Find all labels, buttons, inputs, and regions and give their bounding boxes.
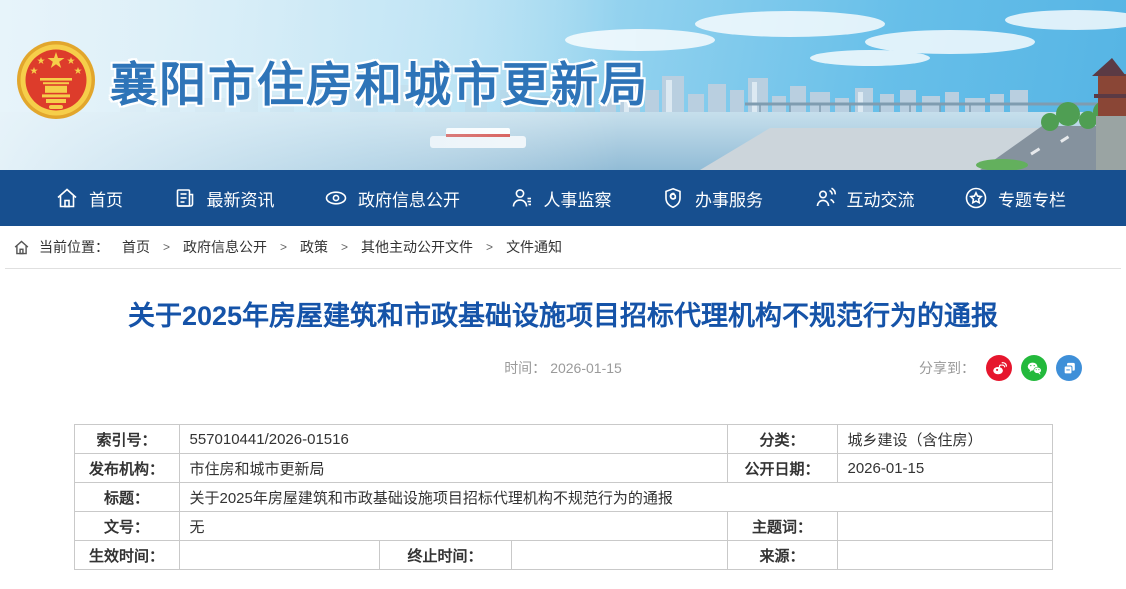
field-pubdate-label: 公开日期： — [727, 454, 837, 483]
breadcrumb-item-other-public-docs[interactable]: 其他主动公开文件 — [361, 237, 473, 257]
copy-share-icon[interactable] — [1056, 355, 1082, 381]
breadcrumb-separator: > — [276, 240, 291, 254]
field-title-label: 标题： — [74, 483, 179, 512]
publish-time-value: 2026-01-15 — [550, 360, 622, 376]
breadcrumb-item-gov-info[interactable]: 政府信息公开 — [183, 237, 267, 257]
field-keywords-label: 主题词： — [727, 512, 837, 541]
table-row: 索引号： 557010441/2026-01516 分类： 城乡建设（含住房） — [74, 425, 1052, 454]
field-pubdate-value: 2026-01-15 — [837, 454, 1052, 483]
breadcrumb-label: 当前位置： — [39, 237, 109, 257]
home-icon — [13, 239, 30, 256]
breadcrumb-item-home[interactable]: 首页 — [122, 237, 150, 257]
field-keywords-value — [837, 512, 1052, 541]
page-title: 关于2025年房屋建筑和市政基础设施项目招标代理机构不规范行为的通报 — [60, 299, 1066, 334]
field-index-value: 557010441/2026-01516 — [179, 425, 727, 454]
breadcrumb: 当前位置： 首页 > 政府信息公开 > 政策 > 其他主动公开文件 > 文件通知 — [5, 226, 1121, 269]
nav-item-home[interactable]: 首页 — [55, 186, 123, 211]
nav-item-label: 专题专栏 — [998, 186, 1066, 211]
breadcrumb-item-doc-notice[interactable]: 文件通知 — [506, 237, 562, 257]
nav-item-label: 最新资讯 — [207, 186, 275, 211]
breadcrumb-separator: > — [337, 240, 352, 254]
field-title-value: 关于2025年房屋建筑和市政基础设施项目招标代理机构不规范行为的通报 — [179, 483, 1052, 512]
field-source-value — [837, 541, 1052, 570]
table-row: 标题： 关于2025年房屋建筑和市政基础设施项目招标代理机构不规范行为的通报 — [74, 483, 1052, 512]
nav-item-label: 互动交流 — [847, 186, 915, 211]
nav-item-gov-info[interactable]: 政府信息公开 — [324, 186, 460, 211]
breadcrumb-separator: > — [482, 240, 497, 254]
field-expiry-value — [511, 541, 727, 570]
nav-item-label: 办事服务 — [695, 186, 763, 211]
article-meta: 时间：2026-01-15 分享到： — [0, 354, 1126, 382]
table-row: 生效时间： 终止时间： 来源： — [74, 541, 1052, 570]
field-category-value: 城乡建设（含住房） — [837, 425, 1052, 454]
weibo-share-icon[interactable] — [986, 355, 1012, 381]
eye-icon — [324, 186, 348, 210]
site-title: 襄阳市住房和城市更新局 — [110, 46, 649, 115]
home-icon — [55, 186, 79, 210]
share-bar: 分享到： — [919, 355, 1082, 381]
nav-item-special-columns[interactable]: 专题专栏 — [964, 186, 1066, 211]
site-banner: 襄阳市住房和城市更新局 — [0, 0, 1126, 170]
document-info-table: 索引号： 557010441/2026-01516 分类： 城乡建设（含住房） … — [74, 424, 1053, 570]
star-icon — [964, 186, 988, 210]
field-docno-label: 文号： — [74, 512, 179, 541]
nav-item-label: 政府信息公开 — [358, 186, 460, 211]
field-effective-value — [179, 541, 379, 570]
breadcrumb-item-policy[interactable]: 政策 — [300, 237, 328, 257]
field-agency-value: 市住房和城市更新局 — [179, 454, 727, 483]
wechat-share-icon[interactable] — [1021, 355, 1047, 381]
breadcrumb-separator: > — [159, 240, 174, 254]
field-expiry-label: 终止时间： — [379, 541, 511, 570]
nav-item-personnel[interactable]: 人事监察 — [510, 186, 612, 211]
field-category-label: 分类： — [727, 425, 837, 454]
field-docno-value: 无 — [179, 512, 727, 541]
main-navigation: 首页 最新资讯 政府信息公开 人事监察 办事服务 互动交流 专题专栏 — [0, 170, 1126, 226]
national-emblem-icon — [16, 40, 96, 120]
nav-item-news[interactable]: 最新资讯 — [173, 186, 275, 211]
share-label: 分享到： — [919, 358, 975, 378]
publish-time-label: 时间： — [504, 360, 546, 376]
table-row: 发布机构： 市住房和城市更新局 公开日期： 2026-01-15 — [74, 454, 1052, 483]
person-icon — [510, 186, 534, 210]
chat-people-icon — [813, 186, 837, 210]
field-index-label: 索引号： — [74, 425, 179, 454]
nav-item-label: 人事监察 — [544, 186, 612, 211]
field-agency-label: 发布机构： — [74, 454, 179, 483]
site-logo-link[interactable]: 襄阳市住房和城市更新局 — [16, 40, 649, 120]
news-icon — [173, 186, 197, 210]
field-source-label: 来源： — [727, 541, 837, 570]
shield-icon — [661, 186, 685, 210]
nav-item-interaction[interactable]: 互动交流 — [813, 186, 915, 211]
nav-item-services[interactable]: 办事服务 — [661, 186, 763, 211]
nav-item-label: 首页 — [89, 186, 123, 211]
table-row: 文号： 无 主题词： — [74, 512, 1052, 541]
field-effective-label: 生效时间： — [74, 541, 179, 570]
